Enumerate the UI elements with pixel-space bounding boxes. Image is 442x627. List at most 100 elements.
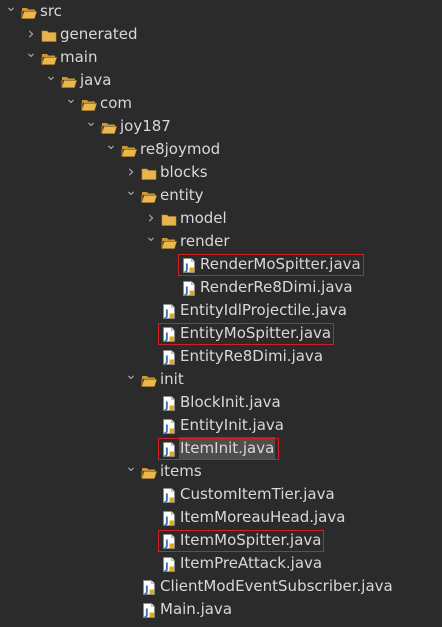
tree-folder-row[interactable]: ⌄ src	[0, 0, 442, 23]
java-file-icon: J	[161, 349, 177, 366]
tree-item-label: re8joymod	[140, 140, 221, 158]
java-file-icon: J	[161, 418, 177, 435]
tree-item-label: EntityMoSpitter.java	[180, 324, 332, 342]
java-file-icon: J	[181, 280, 197, 297]
tree-file-row[interactable]: J RenderMoSpitter.java	[0, 253, 442, 276]
chevron-right-icon[interactable]: ›	[144, 207, 158, 230]
tree-item-label: RenderMoSpitter.java	[200, 255, 361, 273]
svg-text:J: J	[164, 424, 169, 435]
tree-folder-row[interactable]: ⌄ com	[0, 92, 442, 115]
chevron-down-icon[interactable]: ⌄	[124, 368, 138, 391]
chevron-down-icon[interactable]: ⌄	[144, 230, 158, 253]
tree-file-row[interactable]: J EntityRe8Dimi.java	[0, 345, 442, 368]
tree-item-label: items	[160, 462, 202, 480]
tree-item-label: ClientModEventSubscriber.java	[160, 577, 393, 595]
svg-text:J: J	[184, 286, 189, 297]
tree-item-label: joy187	[120, 117, 171, 135]
svg-text:J: J	[184, 263, 189, 274]
tree-item-label: ItemMoreauHead.java	[180, 508, 346, 526]
folder-icon	[161, 211, 177, 226]
tree-item-label: EntityIdlProjectile.java	[180, 301, 347, 319]
tree-file-row[interactable]: J BlockInit.java	[0, 391, 442, 414]
chevron-down-icon[interactable]: ⌄	[4, 0, 18, 23]
svg-text:J: J	[164, 493, 169, 504]
tree-file-row[interactable]: J ItemPreAttack.java	[0, 552, 442, 575]
java-file-icon: J	[161, 487, 177, 504]
svg-text:J: J	[164, 516, 169, 527]
tree-folder-row[interactable]: ⌄ entity	[0, 184, 442, 207]
tree-item-label: main	[60, 48, 98, 66]
svg-text:J: J	[164, 332, 169, 343]
tree-file-row[interactable]: J ItemMoreauHead.java	[0, 506, 442, 529]
tree-item-label: entity	[160, 186, 204, 204]
tree-file-row[interactable]: J EntityMoSpitter.java	[0, 322, 442, 345]
tree-item-label: com	[100, 94, 133, 112]
tree-item-label: ItemMoSpitter.java	[180, 531, 322, 549]
tree-file-row[interactable]: J CustomItemTier.java	[0, 483, 442, 506]
folder-open-icon	[21, 4, 38, 19]
tree-folder-row[interactable]: ⌄ main	[0, 46, 442, 69]
project-explorer-tree[interactable]: ⌄ src › generated ⌄ main ⌄ java ⌄ com ⌄ joy187 ⌄ re8j…	[0, 0, 442, 627]
tree-item-label: EntityRe8Dimi.java	[180, 347, 324, 365]
folder-open-icon	[41, 50, 58, 65]
folder-open-icon	[161, 234, 178, 249]
chevron-right-icon[interactable]: ›	[124, 161, 138, 184]
svg-text:J: J	[144, 608, 149, 619]
svg-text:J: J	[164, 539, 169, 550]
tree-file-row[interactable]: J ClientModEventSubscriber.java	[0, 575, 442, 598]
svg-text:J: J	[164, 355, 169, 366]
chevron-down-icon[interactable]: ⌄	[124, 460, 138, 483]
chevron-down-icon[interactable]: ⌄	[24, 46, 38, 69]
tree-item-label: EntityInit.java	[180, 416, 284, 434]
chevron-down-icon[interactable]: ⌄	[44, 69, 58, 92]
java-file-icon: J	[141, 602, 157, 619]
tree-item-label: BlockInit.java	[180, 393, 281, 411]
svg-text:J: J	[164, 401, 169, 412]
tree-item-label: Main.java	[160, 600, 233, 618]
tree-file-row[interactable]: J EntityIdlProjectile.java	[0, 299, 442, 322]
java-file-icon: J	[161, 533, 177, 550]
java-file-icon: J	[161, 303, 177, 320]
tree-item-label: render	[180, 232, 230, 250]
chevron-down-icon[interactable]: ⌄	[64, 92, 78, 115]
tree-file-row[interactable]: J ItemInit.java	[0, 437, 442, 460]
tree-item-label: blocks	[160, 163, 208, 181]
java-file-icon: J	[161, 395, 177, 412]
svg-text:J: J	[164, 309, 169, 320]
chevron-down-icon[interactable]: ⌄	[124, 184, 138, 207]
tree-item-label: RenderRe8Dimi.java	[200, 278, 353, 296]
tree-file-row[interactable]: J EntityInit.java	[0, 414, 442, 437]
tree-folder-row[interactable]: ⌄ re8joymod	[0, 138, 442, 161]
tree-item-label: ItemInit.java	[179, 437, 276, 460]
folder-open-icon	[141, 188, 158, 203]
tree-item-label: java	[80, 71, 112, 89]
tree-folder-row[interactable]: ⌄ joy187	[0, 115, 442, 138]
chevron-down-icon[interactable]: ⌄	[84, 115, 98, 138]
tree-folder-row[interactable]: ⌄ render	[0, 230, 442, 253]
tree-folder-row[interactable]: ⌄ init	[0, 368, 442, 391]
tree-file-row[interactable]: J Main.java	[0, 598, 442, 621]
folder-icon	[141, 165, 157, 180]
java-file-icon: J	[161, 326, 177, 343]
tree-folder-row[interactable]: › blocks	[0, 161, 442, 184]
tree-file-row[interactable]: J RenderRe8Dimi.java	[0, 276, 442, 299]
tree-folder-row[interactable]: ⌄ java	[0, 69, 442, 92]
tree-folder-row[interactable]: › generated	[0, 23, 442, 46]
tree-folder-row[interactable]: ⌄ items	[0, 460, 442, 483]
tree-item-label: ItemPreAttack.java	[180, 554, 323, 572]
folder-open-icon	[141, 372, 158, 387]
chevron-right-icon[interactable]: ›	[24, 23, 38, 46]
folder-open-icon	[101, 119, 118, 134]
svg-text:J: J	[144, 585, 149, 596]
tree-file-row[interactable]: J ItemMoSpitter.java	[0, 529, 442, 552]
java-file-icon: J	[141, 579, 157, 596]
svg-text:J: J	[164, 562, 169, 573]
folder-open-icon	[141, 464, 158, 479]
tree-item-label: model	[180, 209, 227, 227]
tree-folder-row[interactable]: › model	[0, 207, 442, 230]
folder-open-icon	[121, 142, 138, 157]
tree-item-label: CustomItemTier.java	[180, 485, 335, 503]
java-file-icon: J	[181, 257, 197, 274]
folder-icon	[41, 27, 57, 42]
chevron-down-icon[interactable]: ⌄	[104, 138, 118, 161]
